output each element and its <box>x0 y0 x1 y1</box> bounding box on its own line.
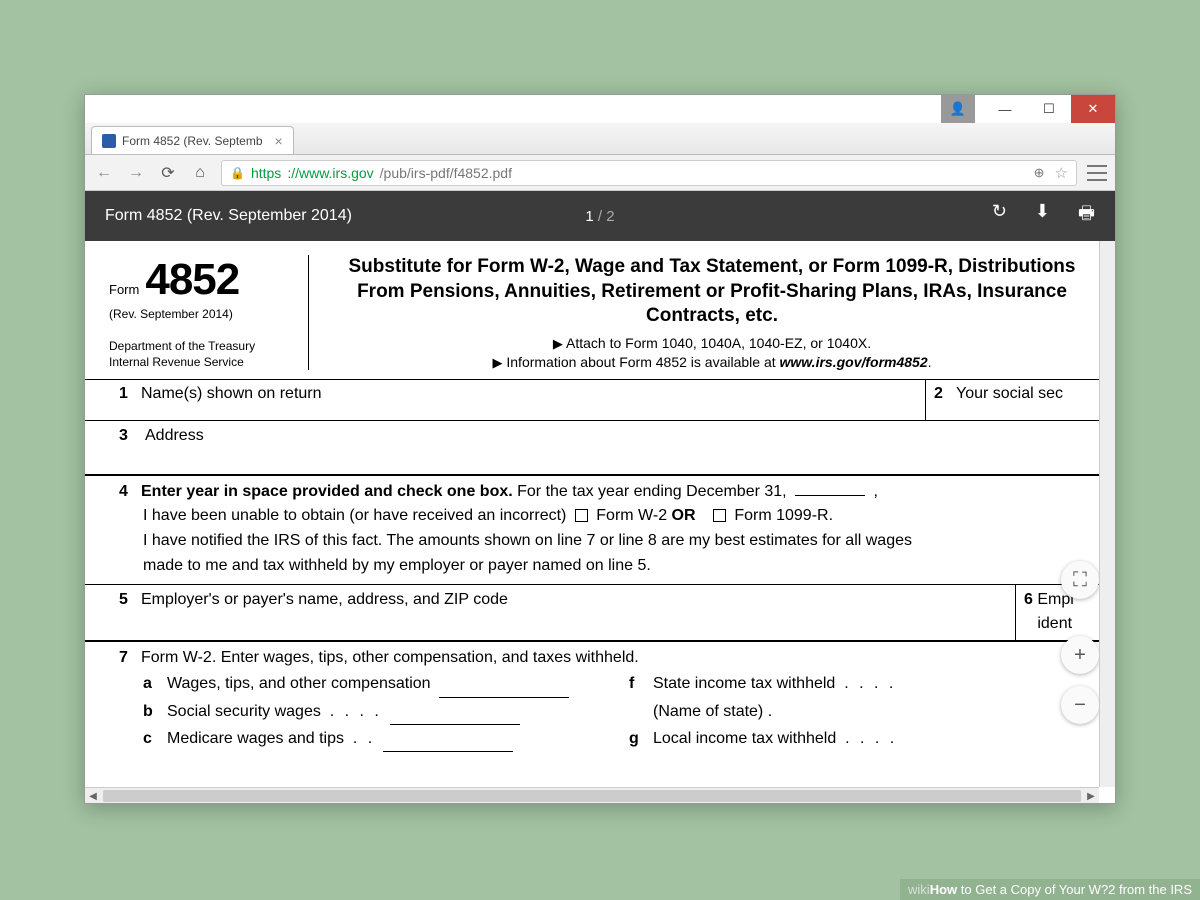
form-department: Department of the Treasury Internal Reve… <box>109 339 298 370</box>
form-info: ▶ Information about Form 4852 is availab… <box>325 354 1099 371</box>
form-header-right: Substitute for Form W-2, Wage and Tax St… <box>325 255 1099 371</box>
checkbox-1099r[interactable] <box>713 509 726 522</box>
window-titlebar: 👤 — ☐ ✕ <box>85 95 1115 123</box>
field-1-2: 1Name(s) shown on return 2Your social se… <box>85 379 1115 420</box>
pdf-viewer: Form 4852 (Rev. September 2014) Departme… <box>85 241 1115 803</box>
favicon-icon <box>102 134 116 148</box>
browser-tab[interactable]: Form 4852 (Rev. Septemb × <box>91 126 294 154</box>
menu-button[interactable] <box>1087 165 1107 181</box>
total-pages: 2 <box>606 208 614 225</box>
field-7: 7Form W-2. Enter wages, tips, other comp… <box>85 640 1115 752</box>
year-input[interactable] <box>795 495 865 496</box>
input-7a[interactable] <box>439 670 569 697</box>
forward-button[interactable]: → <box>125 162 147 184</box>
field-3-label: Address <box>145 424 1115 448</box>
tab-close-icon[interactable]: × <box>275 133 283 149</box>
download-icon[interactable]: ⬇ <box>1035 201 1050 231</box>
form-header-left: Form 4852 (Rev. September 2014) Departme… <box>109 255 309 370</box>
field-1-label: Name(s) shown on return <box>141 385 322 402</box>
address-bar[interactable]: 🔒 https ://www.irs.gov/pub/irs-pdf/f4852.… <box>221 160 1077 186</box>
field-5-6: 5Employer's or payer's name, address, an… <box>85 584 1115 640</box>
tab-bar: Form 4852 (Rev. Septemb × <box>85 123 1115 155</box>
zoom-indicator-icon[interactable]: ⊕ <box>1034 165 1045 181</box>
vertical-scrollbar[interactable] <box>1099 241 1115 787</box>
reload-button[interactable]: ⟳ <box>157 162 179 184</box>
page-sep: / <box>594 208 607 225</box>
browser-window: 👤 — ☐ ✕ Form 4852 (Rev. Septemb × ← → ⟳ … <box>84 94 1116 804</box>
print-icon[interactable]: 🖶 <box>1078 201 1095 231</box>
form-label: Form <box>109 282 139 297</box>
form-revision: (Rev. September 2014) <box>109 307 298 321</box>
pdf-actions: ↻ ⬇ 🖶 <box>992 201 1095 231</box>
field-3: 3 Address <box>85 420 1115 474</box>
rotate-icon[interactable]: ↻ <box>992 201 1007 231</box>
pdf-page: Form 4852 (Rev. September 2014) Departme… <box>85 241 1115 803</box>
url-domain: ://www.irs.gov <box>287 165 373 181</box>
pdf-toolbar: Form 4852 (Rev. September 2014) 1 / 2 ↻ … <box>85 191 1115 241</box>
url-scheme: https <box>251 165 281 181</box>
horizontal-scrollbar[interactable]: ◀ ▶ <box>85 787 1099 803</box>
zoom-in-button[interactable]: + <box>1061 636 1099 674</box>
field-2-label: Your social sec <box>956 385 1063 402</box>
maximize-button[interactable]: ☐ <box>1027 95 1071 123</box>
zoom-out-button[interactable]: − <box>1061 686 1099 724</box>
close-button[interactable]: ✕ <box>1071 95 1115 123</box>
page-indicator: 1 / 2 <box>585 208 614 225</box>
url-path: /pub/irs-pdf/f4852.pdf <box>380 165 512 181</box>
fit-to-page-button[interactable]: ⛶ <box>1061 561 1099 599</box>
minimize-button[interactable]: — <box>983 95 1027 123</box>
scroll-thumb[interactable] <box>103 790 1081 802</box>
field-5-label: Employer's or payer's name, address, and… <box>141 591 508 608</box>
input-7b[interactable] <box>390 698 520 725</box>
pdf-title: Form 4852 (Rev. September 2014) <box>105 207 352 225</box>
form-attach: ▶ Attach to Form 1040, 1040A, 1040-EZ, o… <box>325 335 1099 352</box>
wikihow-watermark: wikiHow to Get a Copy of Your W?2 from t… <box>900 879 1200 900</box>
tab-title: Form 4852 (Rev. Septemb <box>122 134 263 148</box>
bookmark-icon[interactable]: ☆ <box>1055 164 1068 182</box>
user-icon[interactable]: 👤 <box>941 95 975 123</box>
field-7-label: Form W-2. Enter wages, tips, other compe… <box>141 649 639 666</box>
form-number: 4852 <box>145 255 239 305</box>
form-header: Form 4852 (Rev. September 2014) Departme… <box>85 241 1115 379</box>
checkbox-w2[interactable] <box>575 509 588 522</box>
field-4: 4Enter year in space provided and check … <box>85 474 1115 584</box>
form-body: 1Name(s) shown on return 2Your social se… <box>85 379 1115 752</box>
lock-icon: 🔒 <box>230 166 245 180</box>
input-7c[interactable] <box>383 725 513 752</box>
home-button[interactable]: ⌂ <box>189 162 211 184</box>
scroll-left-icon[interactable]: ◀ <box>85 788 101 803</box>
scroll-right-icon[interactable]: ▶ <box>1083 788 1099 803</box>
form-title: Substitute for Form W-2, Wage and Tax St… <box>325 255 1099 329</box>
back-button[interactable]: ← <box>93 162 115 184</box>
nav-toolbar: ← → ⟳ ⌂ 🔒 https ://www.irs.gov/pub/irs-pd… <box>85 155 1115 191</box>
